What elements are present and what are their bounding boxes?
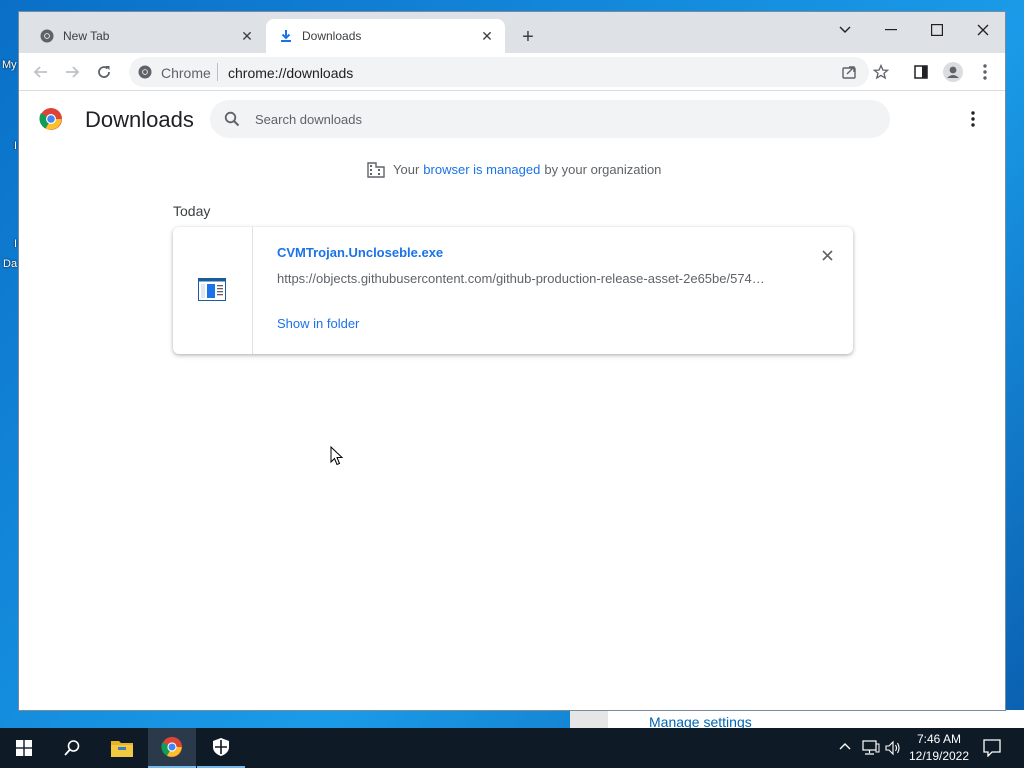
download-filename-link[interactable]: CVMTrojan.Uncloseble.exe [277,245,443,260]
more-actions-icon[interactable] [963,109,983,129]
file-explorer-icon[interactable] [98,728,146,768]
security-shield-icon[interactable] [197,728,245,768]
notification-icon-area [570,710,608,728]
clock-date: 12/19/2022 [908,749,970,763]
close-tab-icon[interactable]: ✕ [479,28,495,44]
side-panel-icon[interactable] [909,60,933,84]
executable-file-icon [198,278,226,302]
close-tab-icon[interactable]: ✕ [239,28,255,44]
share-icon[interactable] [837,60,861,84]
chevron-up-icon[interactable] [839,740,851,754]
chrome-taskbar-icon[interactable] [148,728,196,768]
mouse-cursor-icon [330,445,344,466]
managed-notice-suffix: by your organization [544,161,662,177]
search-input[interactable] [255,109,855,129]
date-group-label: Today [173,203,211,219]
omnibox-url[interactable]: chrome://downloads [228,65,353,81]
chrome-logo-icon [39,107,63,131]
tab-new-tab[interactable]: New Tab ✕ [27,19,265,53]
chrome-window: New Tab ✕ Downloads ✕ + Chrome chrome://… [18,11,1006,711]
tab-title: New Tab [63,29,110,43]
reload-icon[interactable] [92,60,116,84]
desktop-icon-fragment[interactable]: I [14,238,17,250]
desktop-icon-label[interactable]: Da [3,258,17,270]
managed-notice-prefix: Your [393,161,420,177]
building-icon [367,160,385,178]
managed-notice: Your browser is managed by your organiza… [367,160,661,178]
network-icon[interactable] [862,740,880,759]
profile-avatar-icon[interactable] [941,60,965,84]
browser-menu-icon[interactable] [973,60,997,84]
action-center-icon[interactable] [983,739,1001,760]
tab-search-chevron-icon[interactable] [825,16,865,44]
desktop-icon-fragment[interactable]: I [14,140,17,152]
minimize-button[interactable] [871,16,911,44]
search-taskbar-icon[interactable] [48,728,96,768]
clock-time: 7:46 AM [916,732,962,746]
remove-download-close-icon[interactable] [817,245,837,265]
browser-toolbar: Chrome chrome://downloads [19,53,1005,91]
omnibox-divider [217,63,218,81]
file-icon-column [173,227,253,354]
tab-title: Downloads [302,29,362,43]
back-arrow-icon[interactable] [29,60,53,84]
search-bar[interactable] [210,100,890,138]
tab-strip: New Tab ✕ Downloads ✕ + [19,12,1005,53]
forward-arrow-icon[interactable] [60,60,84,84]
taskbar-clock[interactable]: 7:46 AM 12/19/2022 [904,731,974,765]
notification-panel: Manage settings [570,710,1024,730]
bookmark-star-icon[interactable] [869,60,893,84]
new-tab-button[interactable]: + [517,26,539,48]
show-in-folder-link[interactable]: Show in folder [277,316,359,331]
chrome-site-icon [138,65,152,79]
chrome-icon [39,28,55,44]
download-source-url[interactable]: https://objects.githubusercontent.com/gi… [277,271,777,286]
search-icon [224,111,240,127]
taskbar: 7:46 AM 12/19/2022 [0,728,1024,768]
download-item: CVMTrojan.Uncloseble.exe https://objects… [173,227,853,354]
omnibox-site-label: Chrome [161,65,211,81]
windows-start-icon[interactable] [0,728,48,768]
tab-downloads[interactable]: Downloads ✕ [266,19,505,53]
downloads-page: Downloads Your browser is managed by you… [19,91,1005,710]
download-icon [278,28,294,44]
desktop-icon-label[interactable]: My [2,59,17,71]
downloads-header: Downloads [19,91,1005,147]
maximize-button[interactable] [917,16,957,44]
page-title: Downloads [85,107,194,132]
close-window-button[interactable] [963,16,1003,44]
browser-managed-link[interactable]: browser is managed [423,162,540,177]
volume-icon[interactable] [885,740,901,759]
